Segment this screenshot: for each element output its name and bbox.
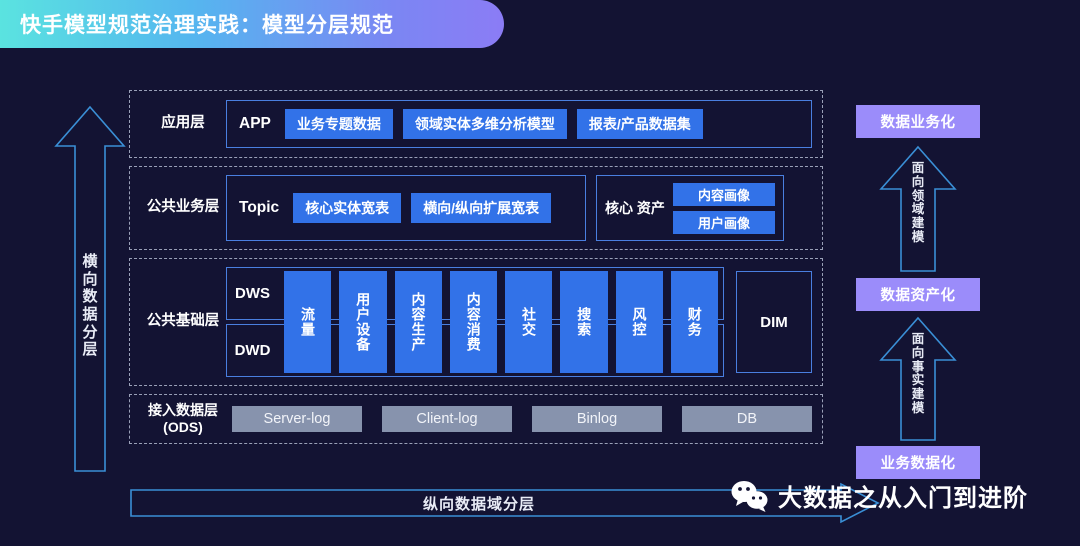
badge-data-assetization[interactable]: 数据资产化 xyxy=(856,278,980,311)
fact-modeling-char-0: 面 xyxy=(911,332,925,346)
foundation-row-labels: DWS DWD xyxy=(226,267,278,377)
left-arrow-char-3: 据 xyxy=(82,306,98,324)
core-asset-item-1[interactable]: 用户画像 xyxy=(672,210,775,234)
core-assets-chips: 内容画像 用户画像 xyxy=(672,182,775,234)
layer-foundation-label: 公共基础层 xyxy=(146,313,220,330)
badge-business-datafication[interactable]: 业务数据化 xyxy=(856,446,980,479)
layer-application-content: APP 业务专题数据 领域实体多维分析模型 报表/产品数据集 xyxy=(226,100,812,148)
left-arrow-char-2: 数 xyxy=(82,288,98,306)
fact-modeling-char-5: 模 xyxy=(911,400,925,415)
foundation-row-label-dws: DWS xyxy=(226,267,278,320)
app-item-0[interactable]: 业务专题数据 xyxy=(284,109,393,139)
foundation-domain-columns: 流量 用户设备 内容生产 内容消费 社交 搜索 风控 财务 xyxy=(284,271,718,373)
layer-application-code: APP xyxy=(239,115,271,132)
left-arrow-char-1: 向 xyxy=(82,270,98,288)
layer-ods-label-line-1: (ODS) xyxy=(163,419,203,435)
layer-foundation: 公共基础层 DWS DWD 流量 用户设备 内容生产 内容消费 社交 搜索 风控… xyxy=(129,258,823,386)
badge-data-businessization[interactable]: 数据业务化 xyxy=(856,105,980,138)
title-banner: 快手模型规范治理实践：模型分层规范 xyxy=(0,0,504,48)
ods-item-3[interactable]: DB xyxy=(682,406,812,432)
watermark: 大数据之从入门到进阶 xyxy=(730,478,1028,513)
fact-modeling-char-4: 建 xyxy=(911,387,925,401)
business-item-1[interactable]: 横向/纵向扩展宽表 xyxy=(411,193,552,223)
watermark-text: 大数据之从入门到进阶 xyxy=(778,485,1028,512)
domain-column-3[interactable]: 内容消费 xyxy=(449,271,497,373)
domain-modeling-char-5: 模 xyxy=(911,229,925,244)
domain-modeling-char-4: 建 xyxy=(911,216,925,230)
core-assets-group: 核心 资产 内容画像 用户画像 xyxy=(596,175,784,241)
core-assets-label-line-1: 资产 xyxy=(636,199,665,216)
arrow-domain-modeling-label: 面 向 领 域 建 模 xyxy=(878,161,958,245)
layer-ods-label: 接入数据层 (ODS) xyxy=(140,402,226,436)
domain-column-4[interactable]: 社交 xyxy=(505,271,553,373)
fact-modeling-char-1: 向 xyxy=(911,345,925,360)
layer-business-label: 公共业务层 xyxy=(146,199,220,216)
domain-column-6[interactable]: 风控 xyxy=(615,271,663,373)
layer-stack: 应用层 APP 业务专题数据 领域实体多维分析模型 报表/产品数据集 公共业务层… xyxy=(129,90,823,452)
domain-modeling-char-3: 域 xyxy=(911,202,925,217)
page-title: 快手模型规范治理实践：模型分层规范 xyxy=(20,14,394,37)
domain-modeling-char-1: 向 xyxy=(911,174,925,189)
left-arrow-char-4: 分 xyxy=(82,323,98,341)
maturity-column: 数据业务化 面 向 领 域 建 模 数据资产化 面 向 事 实 建 模 业务数据… xyxy=(856,100,980,484)
layer-ods-label-line-0: 接入数据层 xyxy=(148,402,218,419)
core-assets-label-line-0: 核心 xyxy=(605,199,633,216)
arrow-fact-modeling-label: 面 向 事 实 建 模 xyxy=(878,332,958,416)
domain-column-7[interactable]: 财务 xyxy=(670,271,718,373)
left-arrow-char-5: 层 xyxy=(82,341,98,359)
wechat-icon xyxy=(731,480,768,512)
layer-business-code: Topic xyxy=(239,199,280,216)
dim-box[interactable]: DIM xyxy=(736,271,812,373)
layer-business-topic-content: Topic 核心实体宽表 横向/纵向扩展宽表 xyxy=(226,175,586,241)
layer-application: 应用层 APP 业务专题数据 领域实体多维分析模型 报表/产品数据集 xyxy=(129,90,823,158)
layer-application-label: 应用层 xyxy=(161,115,205,132)
ods-item-0[interactable]: Server-log xyxy=(232,406,362,432)
app-item-2[interactable]: 报表/产品数据集 xyxy=(576,109,703,139)
domain-column-2[interactable]: 内容生产 xyxy=(394,271,442,373)
fact-modeling-char-3: 实 xyxy=(911,373,925,388)
core-asset-item-0[interactable]: 内容画像 xyxy=(672,182,775,206)
layer-ods: 接入数据层 (ODS) Server-log Client-log Binlog… xyxy=(129,394,823,444)
layer-foundation-content: DWS DWD 流量 用户设备 内容生产 内容消费 社交 搜索 风控 财务 DI… xyxy=(226,267,812,377)
core-assets-label: 核心 资产 xyxy=(605,200,665,216)
vertical-domain-layering-label: 纵向数据域分层 xyxy=(422,495,535,513)
domain-modeling-char-0: 面 xyxy=(911,161,925,175)
business-item-0[interactable]: 核心实体宽表 xyxy=(293,193,402,223)
left-arrow-char-0: 横 xyxy=(82,253,98,270)
horizontal-layering-label: 横 向 数 据 分 层 xyxy=(53,253,127,359)
ods-source-chips: Server-log Client-log Binlog DB xyxy=(226,406,812,432)
domain-column-1[interactable]: 用户设备 xyxy=(339,271,387,373)
domain-column-0[interactable]: 流量 xyxy=(284,271,332,373)
foundation-row-label-dwd: DWD xyxy=(226,324,278,377)
layer-business: 公共业务层 Topic 核心实体宽表 横向/纵向扩展宽表 核心 资产 内容画像 … xyxy=(129,166,823,250)
domain-column-5[interactable]: 搜索 xyxy=(560,271,608,373)
horizontal-layering-arrow: 横 向 数 据 分 层 xyxy=(53,103,127,475)
app-item-1[interactable]: 领域实体多维分析模型 xyxy=(402,109,567,139)
ods-item-1[interactable]: Client-log xyxy=(382,406,512,432)
slide-root: 快手模型规范治理实践：模型分层规范 横 向 数 据 分 层 应用层 APP 业务… xyxy=(0,0,1080,546)
ods-item-2[interactable]: Binlog xyxy=(532,406,662,432)
